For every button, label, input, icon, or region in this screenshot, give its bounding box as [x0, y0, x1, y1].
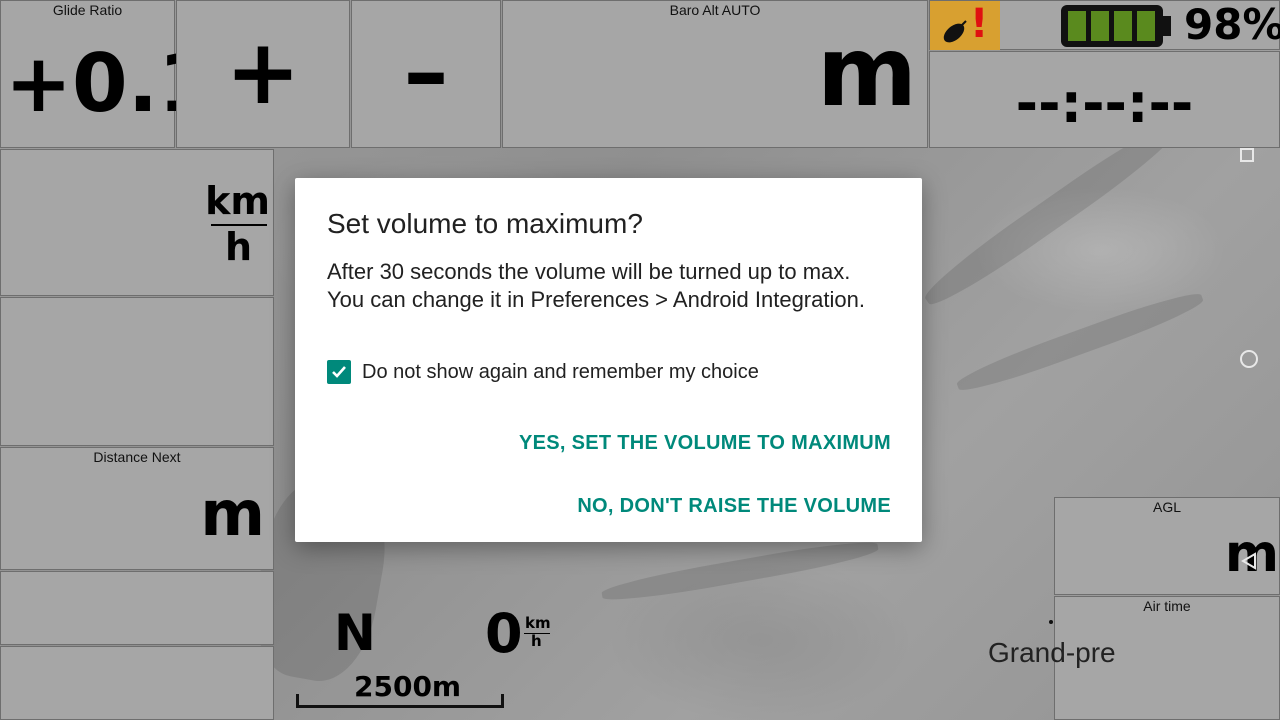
battery-icon [1061, 5, 1171, 47]
clock-panel[interactable]: --:--:-- [929, 51, 1280, 148]
empty-panel-1[interactable] [0, 297, 274, 446]
map-speed-unit-top: km [525, 614, 551, 632]
status-panel: ! 98% [929, 0, 1280, 50]
speed-unit-bottom: h [224, 225, 252, 269]
glide-plus-button[interactable]: + [176, 0, 350, 148]
place-marker [1049, 620, 1053, 624]
dialog-title: Set volume to maximum? [327, 208, 643, 239]
square-icon [1240, 148, 1254, 162]
circle-icon [1240, 350, 1258, 368]
plus-label: + [225, 20, 301, 125]
agl-panel[interactable]: AGL m [1054, 497, 1280, 595]
clock-value: --:--:-- [1015, 72, 1194, 135]
dialog-message: After 30 seconds the volume will be turn… [327, 259, 865, 312]
scale-bar [296, 694, 504, 708]
volume-dialog: Set volume to maximum? After 30 seconds … [295, 178, 922, 542]
glide-ratio-title: Glide Ratio [52, 2, 123, 18]
nav-home-button[interactable] [1240, 350, 1260, 370]
exclamation-icon: ! [970, 1, 989, 47]
empty-panel-2[interactable] [0, 571, 274, 645]
triangle-back-icon [1241, 552, 1256, 570]
remember-choice-row[interactable]: Do not show again and remember my choice [327, 358, 759, 386]
agl-title: AGL [1152, 499, 1181, 515]
glide-minus-button[interactable]: – [351, 0, 501, 148]
satellite-dish-icon [943, 20, 967, 43]
yes-maximize-volume-button[interactable]: YES, SET THE VOLUME TO MAXIMUM [519, 432, 891, 455]
battery-percent: 98% [1184, 0, 1280, 49]
heading-indicator: N [334, 604, 376, 662]
nav-back-button[interactable] [1240, 552, 1258, 570]
baro-alt-panel[interactable]: Baro Alt AUTO m [502, 0, 928, 148]
map-speed-value: 0 [485, 602, 523, 665]
air-time-title: Air time [1143, 598, 1191, 614]
checkmark-icon [332, 366, 346, 378]
minus-label: – [403, 20, 449, 125]
place-label[interactable]: Grand-pre [988, 636, 1116, 670]
distance-next-panel[interactable]: Distance Next m [0, 447, 274, 570]
map-speed-unit-bottom: h [531, 632, 542, 650]
remember-choice-label[interactable]: Do not show again and remember my choice [362, 361, 759, 384]
speed-panel[interactable]: km h [0, 149, 274, 296]
distance-next-title: Distance Next [93, 449, 181, 465]
speed-unit-top: km [205, 179, 270, 223]
nav-recent-button[interactable] [1240, 148, 1256, 164]
baro-alt-unit: m [816, 16, 917, 128]
no-keep-volume-button[interactable]: NO, DON'T RAISE THE VOLUME [577, 495, 891, 518]
empty-panel-3[interactable] [0, 646, 274, 720]
glide-ratio-panel[interactable]: Glide Ratio +0.1 [0, 0, 214, 148]
remember-choice-checkbox[interactable] [327, 360, 351, 384]
distance-next-unit: m [200, 477, 265, 550]
gps-status[interactable]: ! [930, 1, 1000, 50]
